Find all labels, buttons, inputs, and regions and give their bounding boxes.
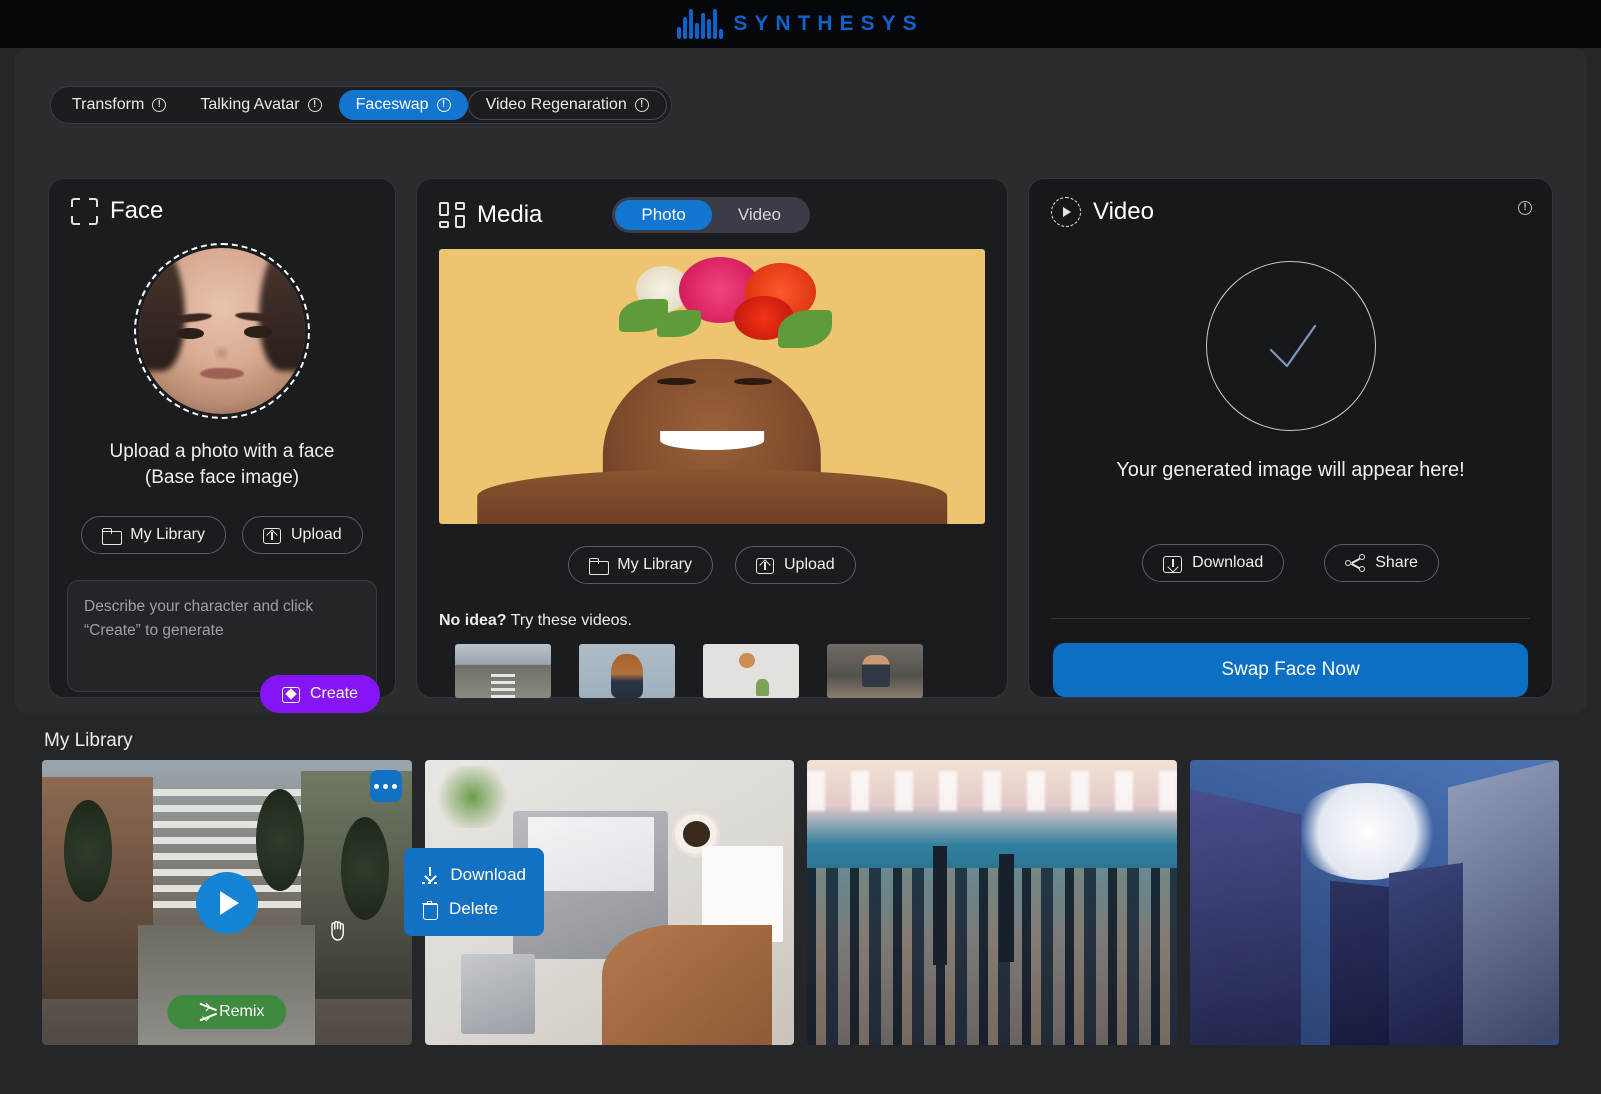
play-button[interactable] bbox=[195, 871, 258, 934]
base-face-avatar[interactable] bbox=[134, 243, 310, 419]
media-actions: My Library Upload bbox=[417, 546, 1007, 584]
brand-name: SYNTHESYS bbox=[733, 12, 924, 35]
media-toggle-photo[interactable]: Photo bbox=[615, 200, 712, 230]
top-bar: SYNTHESYS bbox=[0, 0, 1601, 48]
upload-icon bbox=[262, 526, 281, 545]
sample-videos-suffix: Try these videos. bbox=[510, 612, 632, 629]
my-library-grid: Remix bbox=[42, 760, 1559, 1045]
create-label: Create bbox=[309, 685, 358, 703]
share-icon bbox=[1345, 554, 1366, 572]
media-toggle-video[interactable]: Video bbox=[712, 200, 807, 230]
video-panel-divider bbox=[1051, 618, 1530, 619]
video-panel: Video ! Your generated image will appear… bbox=[1028, 178, 1553, 698]
video-share-button[interactable]: Share bbox=[1324, 544, 1439, 582]
street-scene-thumbnail[interactable] bbox=[455, 644, 551, 698]
media-panel-header: Media Photo Video bbox=[417, 179, 1007, 233]
sample-videos-label: No idea? Try these videos. bbox=[439, 612, 1007, 630]
panels-row: Face Upload a photo with a face (Base fa… bbox=[48, 178, 1553, 714]
card-context-menu: Download Delete bbox=[404, 848, 544, 936]
face-my-library-button[interactable]: My Library bbox=[81, 516, 226, 555]
face-upload-label: Upload bbox=[290, 526, 342, 544]
media-grid-icon bbox=[439, 202, 465, 228]
context-menu-delete[interactable]: Delete bbox=[404, 892, 544, 926]
info-icon[interactable]: ! bbox=[152, 98, 167, 112]
app-root: SYNTHESYS Transform ! Talking Avatar ! F… bbox=[0, 0, 1601, 1094]
media-my-library-label: My Library bbox=[617, 556, 692, 573]
glass-towers-card[interactable] bbox=[1189, 760, 1559, 1045]
face-panel: Face Upload a photo with a face (Base fa… bbox=[48, 178, 396, 714]
tab-transform-label: Transform bbox=[72, 96, 145, 113]
face-panel-title: Face bbox=[110, 197, 164, 224]
video-placeholder-message: Your generated image will appear here! bbox=[1116, 459, 1465, 481]
trash-icon bbox=[422, 900, 438, 920]
video-download-button[interactable]: Download bbox=[1142, 544, 1285, 582]
my-library-title: My Library bbox=[44, 730, 133, 751]
context-menu-download-label: Download bbox=[450, 865, 526, 884]
character-prompt-placeholder: Describe your character and click “Creat… bbox=[84, 598, 314, 640]
face-upload-button[interactable]: Upload bbox=[241, 516, 363, 555]
sample-videos-prefix: No idea? bbox=[439, 612, 507, 629]
play-circle-icon bbox=[1051, 197, 1081, 227]
video-download-label: Download bbox=[1192, 554, 1264, 571]
card-menu-button[interactable] bbox=[369, 770, 402, 802]
swap-face-now-button[interactable]: Swap Face Now bbox=[1053, 643, 1528, 697]
face-scan-icon bbox=[71, 197, 98, 225]
tab-talking-avatar[interactable]: Talking Avatar ! bbox=[183, 90, 338, 120]
street-video-card[interactable]: Remix bbox=[42, 760, 412, 1045]
create-box-icon bbox=[281, 685, 300, 704]
city-skyline-card[interactable] bbox=[807, 760, 1177, 1045]
tab-faceswap[interactable]: Faceswap ! bbox=[338, 90, 468, 120]
media-upload-label: Upload bbox=[783, 556, 835, 573]
info-icon[interactable]: ! bbox=[307, 98, 322, 112]
video-panel-title: Video bbox=[1093, 198, 1154, 225]
context-menu-delete-label: Delete bbox=[449, 899, 499, 918]
shuffle-icon bbox=[189, 1002, 217, 1022]
remix-label: Remix bbox=[219, 1003, 265, 1020]
tab-transform[interactable]: Transform ! bbox=[55, 90, 183, 120]
media-panel-title: Media bbox=[477, 201, 543, 228]
face-my-library-label: My Library bbox=[130, 526, 205, 544]
face-hint-line2: (Base face image) bbox=[144, 466, 300, 488]
woman-portrait-thumbnail[interactable] bbox=[579, 644, 675, 698]
character-prompt-field[interactable]: Describe your character and click “Creat… bbox=[67, 580, 380, 714]
media-type-toggle: Photo Video bbox=[612, 197, 810, 233]
checkmark-circle-icon bbox=[1205, 261, 1376, 431]
video-panel-body: Your generated image will appear here! D… bbox=[1029, 227, 1552, 697]
media-panel: Media Photo Video My Library Upload No i… bbox=[416, 178, 1008, 698]
face-panel-header: Face bbox=[49, 179, 395, 225]
video-panel-header: Video ! bbox=[1029, 179, 1552, 227]
tab-video-regeneration-label: Video Regenaration bbox=[485, 96, 627, 113]
info-icon[interactable]: ! bbox=[1518, 201, 1532, 215]
tab-video-regeneration[interactable]: Video Regenaration ! bbox=[467, 90, 667, 120]
page-body: Transform ! Talking Avatar ! Faceswap ! … bbox=[0, 48, 1601, 1094]
video-share-label: Share bbox=[1375, 554, 1418, 571]
folder-icon bbox=[589, 557, 610, 575]
media-my-library-button[interactable]: My Library bbox=[568, 546, 713, 584]
download-icon bbox=[422, 866, 439, 884]
remix-button[interactable]: Remix bbox=[167, 995, 287, 1029]
media-preview-image[interactable] bbox=[439, 249, 985, 524]
man-at-desk-thumbnail[interactable] bbox=[827, 644, 923, 698]
face-upload-hint: Upload a photo with a face (Base face im… bbox=[49, 439, 395, 490]
sample-thumbnails bbox=[455, 644, 1007, 698]
video-actions: Download Share bbox=[1029, 544, 1552, 582]
workspace-card: Transform ! Talking Avatar ! Faceswap ! … bbox=[14, 48, 1587, 714]
face-actions: My Library Upload bbox=[49, 516, 395, 555]
waveform-icon bbox=[677, 9, 724, 39]
mode-tabbar: Transform ! Talking Avatar ! Faceswap ! … bbox=[50, 86, 672, 124]
tab-faceswap-label: Faceswap bbox=[355, 96, 429, 113]
media-upload-button[interactable]: Upload bbox=[734, 546, 856, 584]
info-icon[interactable]: ! bbox=[436, 98, 451, 112]
info-icon[interactable]: ! bbox=[634, 98, 649, 112]
context-menu-download[interactable]: Download bbox=[404, 858, 544, 892]
face-hint-line1: Upload a photo with a face bbox=[109, 441, 335, 462]
create-button[interactable]: Create bbox=[259, 675, 380, 714]
folder-icon bbox=[102, 527, 123, 545]
tab-talking-avatar-label: Talking Avatar bbox=[200, 96, 300, 113]
download-icon bbox=[1163, 554, 1183, 573]
wall-clock-plant-thumbnail[interactable] bbox=[703, 644, 799, 698]
upload-icon bbox=[755, 556, 774, 574]
